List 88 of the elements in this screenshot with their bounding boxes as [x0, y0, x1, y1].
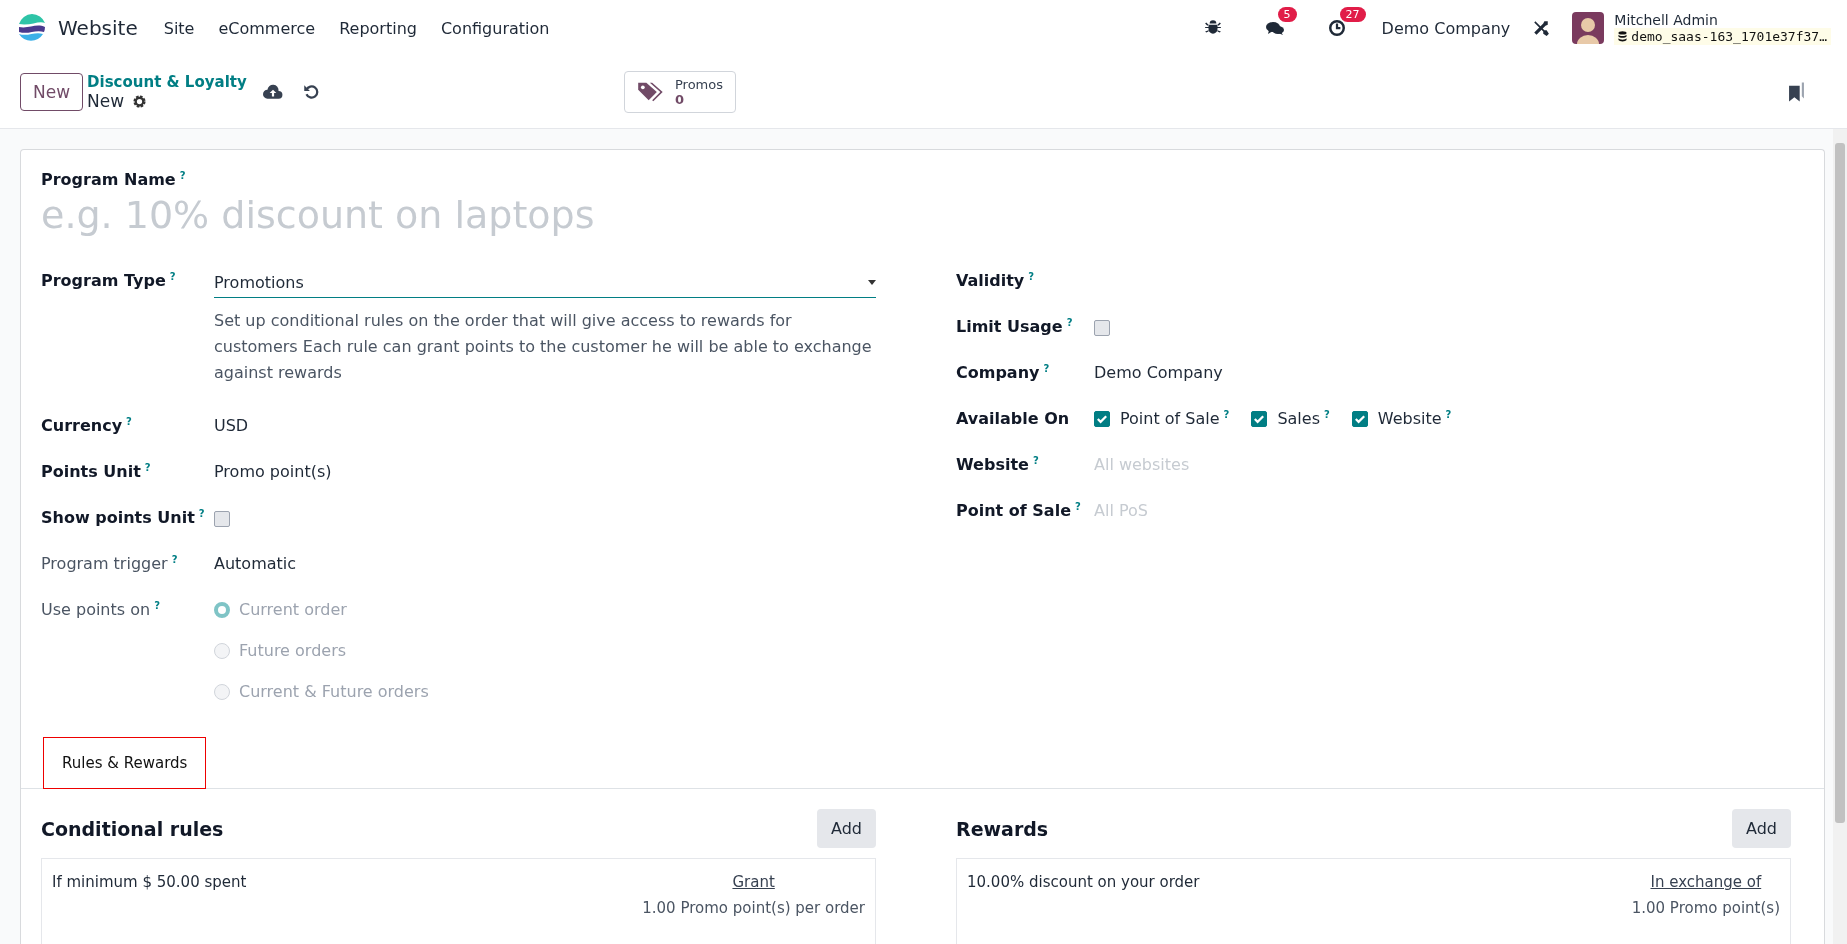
- field-label: Currency: [41, 416, 123, 436]
- help-tooltip[interactable]: ?: [144, 462, 151, 474]
- help-tooltip[interactable]: ?: [1075, 501, 1081, 513]
- checkbox[interactable]: [1094, 319, 1110, 336]
- app-name[interactable]: Website: [58, 16, 138, 40]
- rule-description: If minimum $ 50.00 spent: [52, 873, 247, 894]
- program-type-select[interactable]: Promotions: [214, 271, 876, 299]
- chat-icon[interactable]: [1265, 19, 1284, 37]
- field-label: Program trigger: [41, 554, 168, 574]
- bug-icon[interactable]: [1203, 19, 1222, 37]
- add-button[interactable]: Add: [817, 809, 876, 849]
- help-tooltip[interactable]: ?: [171, 554, 178, 566]
- menu-item[interactable]: Configuration: [440, 18, 550, 38]
- menu-item[interactable]: Reporting: [339, 18, 417, 38]
- menu-item[interactable]: Site: [163, 18, 195, 38]
- add-button[interactable]: Add: [1732, 809, 1791, 849]
- field-label: Points Unit: [41, 462, 141, 482]
- rule-detail: 1.00 Promo point(s) per order: [642, 899, 865, 918]
- radio-button[interactable]: [214, 601, 230, 618]
- checkbox-label: Point of Sale: [1120, 409, 1220, 429]
- section-title: Rewards: [956, 817, 1049, 840]
- checkbox[interactable]: [1251, 410, 1268, 427]
- help-tooltip[interactable]: ?: [1043, 363, 1050, 375]
- checkbox[interactable]: [1094, 410, 1110, 427]
- promos-smart-button[interactable]: Promos 0: [624, 71, 736, 113]
- help-tooltip[interactable]: ?: [1032, 455, 1039, 467]
- help-tooltip[interactable]: ?: [126, 416, 132, 428]
- detail-link[interactable]: Grant: [732, 873, 775, 892]
- rule-detail: 1.00 Promo point(s): [1631, 899, 1780, 918]
- checkbox[interactable]: [214, 510, 230, 527]
- new-button[interactable]: New: [20, 73, 84, 111]
- help-tooltip[interactable]: ?: [154, 600, 160, 612]
- menu-item[interactable]: eCommerce: [218, 18, 316, 38]
- help-tooltip[interactable]: ?: [1223, 409, 1230, 421]
- notebook-tab[interactable]: Rules & Rewards: [43, 737, 207, 790]
- field-value: Promo point(s): [214, 462, 332, 482]
- field-label: Program Type: [41, 271, 166, 291]
- field-value: USD: [214, 416, 249, 436]
- breadcrumb-link[interactable]: Discount & Loyalty: [87, 73, 249, 91]
- cloud-upload-icon[interactable]: [262, 83, 283, 101]
- checkbox[interactable]: [1351, 410, 1368, 427]
- radio-label: Current order: [239, 600, 347, 620]
- help-tooltip[interactable]: ?: [169, 271, 176, 283]
- help-tooltip[interactable]: ?: [1445, 409, 1452, 421]
- database-label: demo_saas-163_1701e37f37…: [1614, 27, 1831, 45]
- clock-icon[interactable]: [1327, 19, 1346, 37]
- record-title: New: [87, 91, 125, 111]
- list-card[interactable]: 10.00% discount on your order In exchange of 1.00 Promo point(s): [956, 858, 1791, 944]
- caret-icon: [868, 280, 876, 286]
- radio-button[interactable]: [214, 642, 230, 659]
- help-tooltip[interactable]: ?: [179, 170, 186, 181]
- help-tooltip[interactable]: ?: [1028, 271, 1035, 283]
- field-label: Available On: [956, 409, 1070, 429]
- app-logo-icon[interactable]: [16, 12, 48, 44]
- field-label: Company: [956, 363, 1040, 383]
- radio-label: Current & Future orders: [239, 682, 429, 702]
- radio-label: Future orders: [239, 641, 347, 661]
- tags-icon: [637, 80, 665, 104]
- help-tooltip[interactable]: ?: [1066, 317, 1073, 329]
- settings-icon[interactable]: [132, 93, 148, 109]
- notification-badge: 27: [1339, 7, 1366, 22]
- field-label: Use points on: [41, 600, 151, 620]
- field-value: Automatic: [214, 554, 297, 574]
- radio-button[interactable]: [214, 683, 230, 700]
- notification-badge: 5: [1277, 7, 1297, 22]
- field-description: Set up conditional rules on the order that will give access to rewards for customers Each rule can grant points to the customer he will be able to exchange against rewards: [214, 310, 873, 385]
- avatar[interactable]: [1572, 12, 1605, 44]
- help-tooltip[interactable]: ?: [1324, 409, 1330, 421]
- detail-link[interactable]: In exchange of: [1650, 873, 1762, 892]
- checkbox-label: Website: [1377, 409, 1442, 429]
- rule-description: 10.00% discount on your order: [967, 873, 1200, 894]
- bookmarks-icon[interactable]: [1788, 81, 1805, 103]
- field-label: Limit Usage: [956, 317, 1063, 337]
- help-tooltip[interactable]: ?: [198, 508, 205, 520]
- field-label: Program Name: [41, 170, 176, 190]
- user-name[interactable]: Mitchell Admin: [1614, 11, 1831, 28]
- field-label: Validity: [956, 271, 1025, 291]
- checkbox-label: Sales: [1277, 409, 1320, 429]
- company-switcher[interactable]: Demo Company: [1381, 18, 1511, 38]
- database-icon: [1618, 30, 1628, 42]
- field-label: Show points Unit: [41, 508, 195, 528]
- field-label: Website: [956, 455, 1029, 475]
- section-title: Conditional rules: [41, 817, 224, 840]
- field-value: Demo Company: [1094, 363, 1223, 383]
- list-card[interactable]: If minimum $ 50.00 spent Grant 1.00 Promo point(s) per order: [41, 858, 876, 944]
- field-label: Point of Sale: [956, 501, 1071, 521]
- scrollbar[interactable]: [1833, 129, 1847, 944]
- tools-icon[interactable]: [1532, 19, 1551, 37]
